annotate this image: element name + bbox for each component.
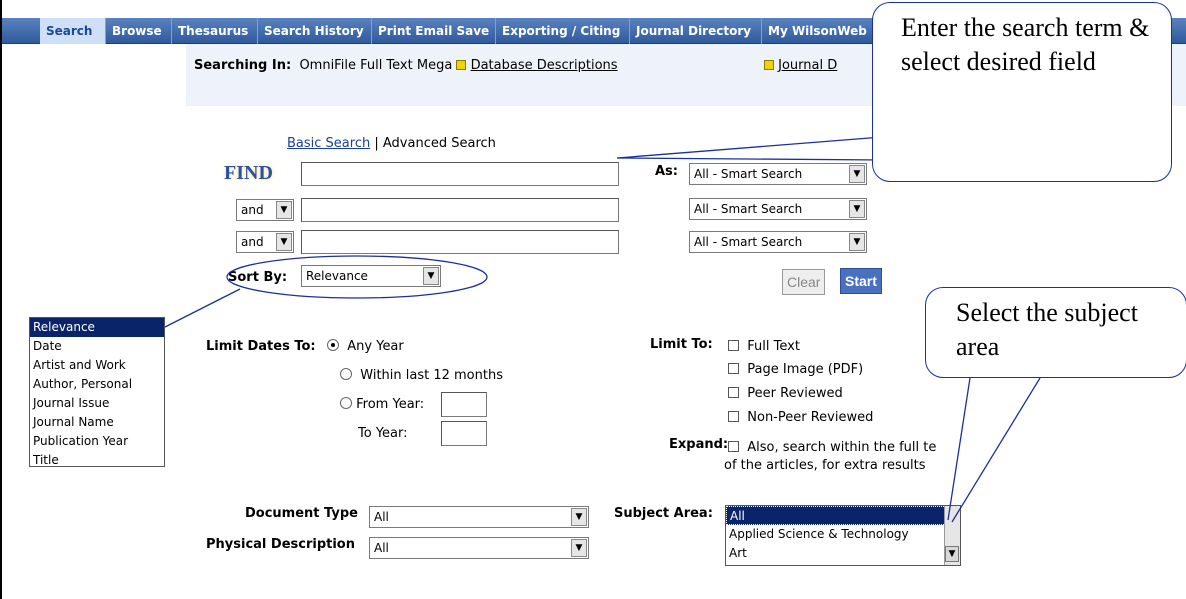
subject-area-callout: Select the subject area	[925, 287, 1186, 378]
search-term-callout: Enter the search term & select desired f…	[872, 2, 1172, 182]
sort-by-highlight-ellipse	[226, 255, 488, 299]
search-callout-pointer-upper	[616, 136, 883, 159]
sort-callout-line	[164, 288, 241, 328]
subject-callout-pointer-right	[951, 377, 1041, 523]
search-callout-pointer-lower	[616, 157, 885, 161]
